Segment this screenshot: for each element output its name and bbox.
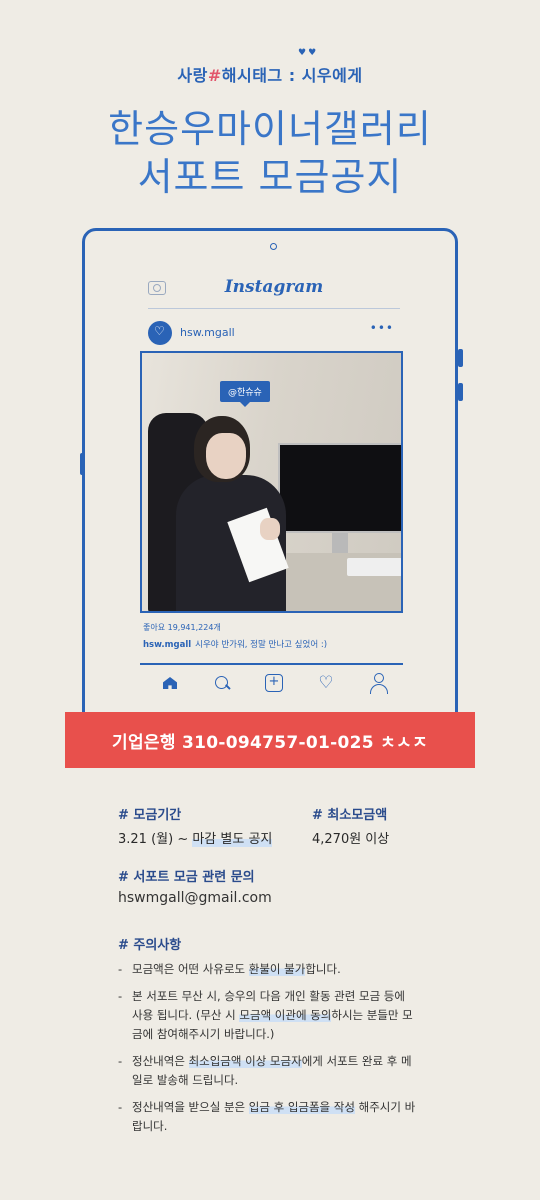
tablet-side-button — [458, 349, 463, 367]
photo-monitor — [278, 443, 401, 533]
tagline-to-siwoo: 시우에게 — [301, 66, 363, 85]
photo-monitor-stand — [332, 533, 348, 553]
tablet-camera-icon — [270, 243, 277, 250]
notice-text: 합니다. — [305, 962, 341, 976]
notice-item: 모금액은 어떤 사유로도 환불이 불가합니다. — [118, 960, 418, 979]
tagline-love: 사랑 — [177, 66, 208, 85]
bank-account-banner: 기업은행 310-094757-01-025 ㅊㅅㅈ — [65, 712, 475, 768]
post-caption: hsw.mgall 시우야 반가워, 정말 만나고 싶었어 :) — [143, 638, 327, 650]
notice-list: 모금액은 어떤 사유로도 환불이 불가합니다. 본 서포트 무산 시, 승우의 … — [118, 960, 418, 1144]
instagram-header: Instagram — [148, 277, 400, 309]
page-title-line2: 서포트 모금공지 — [137, 155, 403, 199]
instagram-bottom-nav: ♡ — [140, 671, 403, 701]
more-options-icon[interactable]: ••• — [370, 321, 394, 335]
inquiry-email[interactable]: hswmgall@gmail.com — [118, 890, 272, 906]
avatar[interactable] — [148, 321, 172, 345]
period-date-highlight: 마감 별도 공지 — [192, 832, 273, 847]
hearts-icon: ♥♥ — [298, 48, 319, 58]
notice-highlight: 입금 후 입금폼을 작성 — [248, 1100, 355, 1114]
post-handle[interactable]: hsw.mgall — [180, 326, 235, 339]
period-value: 3.21 (월) ~ 마감 별도 공지 — [118, 828, 273, 847]
notice-item: 정산내역은 최소입금액 이상 모금자에게 서포트 완료 후 메일로 발송해 드립… — [118, 1052, 418, 1090]
instagram-logo: Instagram — [224, 277, 324, 297]
mention-tag[interactable]: @한슈슈 — [220, 381, 270, 407]
add-post-icon[interactable] — [262, 671, 286, 695]
notice-title: # 주의사항 — [118, 938, 182, 953]
minimum-title: # 최소모금액 — [312, 808, 388, 823]
period-date: 3.21 (월) ~ — [118, 832, 193, 847]
likes-count: 좋아요 19,941,224개 — [143, 623, 221, 632]
caption-text: 시우야 반가워, 정말 만나고 싶었어 :) — [195, 640, 328, 650]
period-title: # 모금기간 — [118, 808, 182, 823]
tablet-side-button — [458, 383, 463, 401]
notice-text: 모금액은 어떤 사유로도 — [132, 962, 249, 976]
notice-item: 본 서포트 무산 시, 승우의 다음 개인 활동 관련 모금 등에 사용 됩니다… — [118, 987, 418, 1044]
tablet-side-button — [80, 453, 85, 475]
post-profile: hsw.mgall ••• — [148, 319, 400, 347]
photo-keyboard — [347, 558, 401, 576]
nav-divider — [140, 663, 403, 665]
tablet-frame: Instagram hsw.mgall ••• @한슈슈 좋아요 19,941,… — [80, 228, 463, 728]
page-title-line1: 한승우마이너갤러리 — [108, 107, 432, 151]
caption-user[interactable]: hsw.mgall — [143, 640, 191, 650]
heart-icon[interactable]: ♡ — [314, 671, 338, 695]
notice-text: 정산내역은 — [132, 1054, 189, 1068]
tagline: 사랑#해시태그 : 시우에게 — [0, 62, 540, 86]
post-photo: @한슈슈 — [140, 351, 403, 613]
photo-person-face — [206, 433, 246, 479]
notice-text: 정산내역을 받으실 분은 — [132, 1100, 249, 1114]
notice-highlight: 환불이 불가 — [248, 962, 306, 976]
tagline-hashtag: 해시태그 : — [221, 66, 302, 85]
profile-icon[interactable] — [366, 671, 390, 695]
search-icon[interactable] — [210, 671, 234, 695]
minimum-value: 4,270원 이상 — [312, 832, 390, 847]
home-icon[interactable] — [158, 671, 182, 695]
notice-highlight: 최소입금액 이상 모금자 — [188, 1054, 302, 1068]
tagline-hash: # — [207, 66, 222, 85]
photo-hand — [260, 518, 280, 540]
notice-item: 정산내역을 받으실 분은 입금 후 입금폼을 작성 해주시기 바랍니다. — [118, 1098, 418, 1136]
inquiry-title: # 서포트 모금 관련 문의 — [118, 870, 255, 885]
notice-highlight: 모금액 이관에 동의 — [239, 1008, 332, 1022]
